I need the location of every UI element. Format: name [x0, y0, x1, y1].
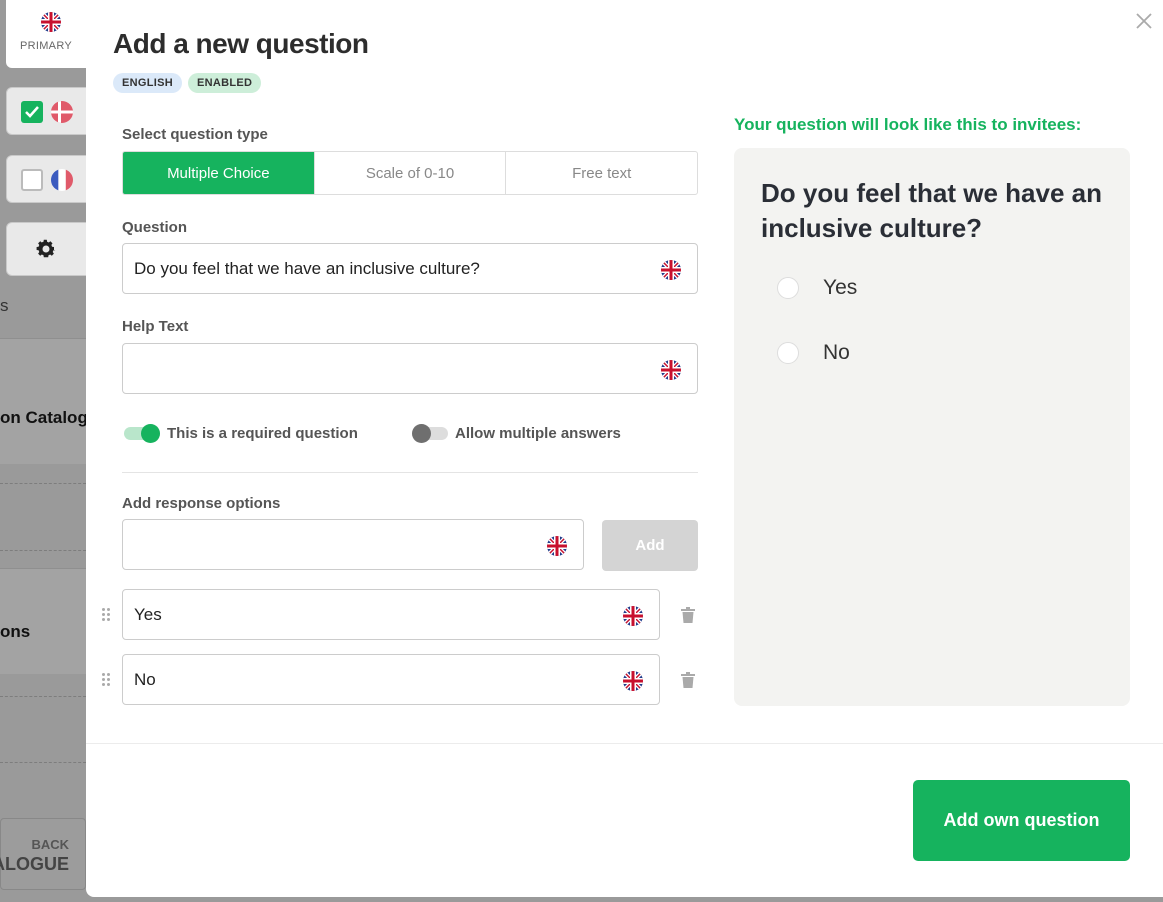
back-to-catalogue-button[interactable]: BACK ALOGUE [0, 818, 86, 890]
primary-label: PRIMARY [19, 40, 73, 52]
add-own-question-button[interactable]: Add own question [913, 780, 1130, 861]
help-text-label: Help Text [122, 318, 189, 335]
required-question-label: This is a required question [167, 425, 358, 442]
required-question-toggle[interactable] [124, 424, 160, 443]
enabled-badge: ENABLED [188, 73, 262, 93]
type-free-text[interactable]: Free text [506, 152, 697, 194]
delete-option-button[interactable] [681, 672, 695, 688]
multiple-answers-label: Allow multiple answers [455, 425, 621, 442]
gear-icon [36, 239, 56, 258]
drag-handle-icon[interactable] [102, 673, 112, 687]
question-preview: Do you feel that we have an inclusive cu… [734, 148, 1130, 706]
bg-catalogue-label: on Catalogu [0, 408, 99, 427]
france-flag-icon [51, 169, 73, 196]
question-type-selector: Multiple Choice Scale of 0-10 Free text [122, 151, 698, 195]
english-badge: ENGLISH [113, 73, 182, 93]
language-item-danish[interactable] [6, 87, 90, 135]
preview-question: Do you feel that we have an inclusive cu… [761, 178, 1102, 243]
uk-flag-icon [41, 12, 61, 37]
preview-option-label: No [823, 341, 850, 364]
bg-questions-label: ons [0, 622, 31, 641]
trash-icon [681, 672, 695, 688]
question-input[interactable]: Do you feel that we have an inclusive cu… [122, 243, 698, 294]
add-option-button[interactable]: Add [602, 520, 698, 571]
language-item-french[interactable] [6, 155, 90, 203]
uk-flag-icon [623, 671, 643, 696]
french-checkbox[interactable] [21, 169, 43, 191]
bg-divider [0, 483, 86, 484]
bg-divider [0, 550, 86, 551]
bg-divider [0, 696, 86, 697]
preview-option-label: Yes [823, 276, 858, 299]
back-small-label: BACK [31, 837, 69, 852]
bg-divider [0, 762, 86, 763]
trash-icon [681, 607, 695, 623]
close-button[interactable] [1133, 10, 1155, 32]
multiple-answers-toggle[interactable] [412, 424, 448, 443]
language-settings-button[interactable] [6, 222, 90, 276]
option-value: Yes [134, 605, 162, 624]
uk-flag-icon [547, 536, 567, 561]
bg-questions-row [0, 568, 86, 674]
back-big-label: ALOGUE [0, 854, 69, 874]
question-type-label: Select question type [122, 126, 268, 143]
divider [122, 472, 698, 473]
option-value: No [134, 670, 156, 689]
radio-button[interactable] [777, 342, 799, 364]
help-text-input[interactable] [122, 343, 698, 394]
toggle-knob [412, 424, 431, 443]
bg-catalogue-row [0, 338, 86, 464]
uk-flag-icon [661, 260, 681, 285]
type-multiple-choice[interactable]: Multiple Choice [123, 152, 315, 194]
drag-handle-icon[interactable] [102, 608, 112, 622]
question-input-value: Do you feel that we have an inclusive cu… [134, 259, 480, 278]
modal-title: Add a new question [113, 28, 369, 59]
radio-button[interactable] [777, 277, 799, 299]
close-icon [1136, 13, 1152, 29]
question-label: Question [122, 219, 188, 236]
type-scale-0-10[interactable]: Scale of 0-10 [315, 152, 507, 194]
uk-flag-icon [661, 360, 681, 385]
response-option-input[interactable] [122, 519, 584, 570]
footer-divider [86, 743, 1163, 744]
primary-language-tab[interactable]: PRIMARY [6, 0, 90, 68]
bg-truncated-text: s [0, 296, 9, 315]
add-question-modal: Add a new question ENGLISH ENABLED Selec… [86, 0, 1163, 897]
danish-checkbox[interactable] [21, 101, 43, 123]
toggle-knob [141, 424, 160, 443]
preview-option-yes[interactable]: Yes [777, 276, 857, 300]
preview-title: Your question will look like this to inv… [734, 115, 1082, 134]
response-options-label: Add response options [122, 495, 281, 512]
option-input-no[interactable]: No [122, 654, 660, 705]
denmark-flag-icon [51, 101, 73, 128]
delete-option-button[interactable] [681, 607, 695, 623]
uk-flag-icon [623, 606, 643, 631]
option-input-yes[interactable]: Yes [122, 589, 660, 640]
preview-option-no[interactable]: No [777, 341, 850, 365]
